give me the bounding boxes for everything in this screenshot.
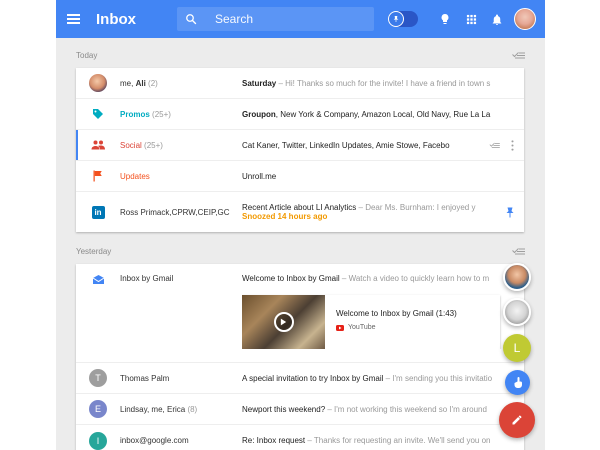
list-item[interactable]: E Lindsay, me, Erica (8) Newport this we… (76, 394, 524, 425)
avatar: I (89, 431, 107, 450)
snoozed-label: Snoozed 14 hours ago (242, 212, 328, 221)
list-item[interactable]: I inbox@google.com Re: Inbox request – T… (76, 425, 524, 450)
subject: Recent Article about LI Analytics (242, 203, 357, 212)
list-item[interactable]: me, Ali (2) Saturday – Hi! Thanks so muc… (76, 68, 524, 99)
sender-name: inbox@google.com (120, 436, 189, 445)
lightbulb-icon (441, 14, 449, 24)
snippet: – I'm not working this weekend so I'm ar… (325, 404, 487, 414)
video-attachment-card[interactable]: Welcome to Inbox by Gmail (1:43) YouTube (242, 295, 500, 349)
top-app-bar: Inbox Search (56, 0, 545, 38)
subject: A special invitation to try Inbox by Gma… (242, 373, 384, 383)
inbox-app: Inbox Search Today me, Ali (2) Saturday … (56, 0, 545, 450)
snippet: Unroll.me (242, 171, 277, 181)
tag-icon (76, 108, 120, 120)
reminder-bulb-button[interactable] (432, 0, 458, 38)
inbox-logo-icon (76, 274, 120, 285)
apps-grid-button[interactable] (458, 0, 484, 38)
people-icon (76, 140, 120, 150)
snippet: – Thanks for requesting an invite. We'll… (305, 436, 491, 445)
section-label: Yesterday (76, 246, 112, 256)
sender-name: me, (120, 78, 136, 88)
subject: Newport this weekend? (242, 404, 326, 414)
apps-grid-icon (466, 14, 476, 24)
subject: Welcome to Inbox by Gmail (242, 274, 340, 283)
subject: Re: Inbox request (242, 436, 306, 445)
pencil-icon (512, 415, 522, 425)
sweep-done-icon[interactable] (512, 50, 526, 60)
linkedin-icon: in (76, 205, 120, 219)
attachment-source: YouTube (348, 324, 376, 331)
app-title: Inbox (96, 10, 136, 28)
play-icon (273, 312, 294, 332)
contact-fab-2[interactable] (503, 298, 531, 326)
thread-count: (25+) (144, 140, 163, 150)
snippet: – Hi! Thanks so much for the invite! I h… (276, 78, 491, 88)
sender-bold: Ali (135, 78, 146, 88)
bundle-name: Updates (120, 171, 150, 181)
youtube-icon (336, 324, 344, 331)
avatar: T (89, 369, 107, 387)
snippet: – Dear Ms. Burnham: I enjoyed y (356, 203, 476, 212)
attachment-title: Welcome to Inbox by Gmail (1:43) (336, 309, 457, 318)
snippet: – I'm sending you this invitatio (383, 373, 493, 383)
flag-icon (76, 170, 120, 182)
avatar (89, 74, 107, 92)
sender-name: Ross Primack,CPRW,CEIP,GC (120, 207, 230, 217)
thread-count: (8) (187, 404, 198, 414)
list-item[interactable]: Inbox by Gmail Welcome to Inbox by Gmail… (76, 264, 524, 363)
pin-icon[interactable] (506, 207, 514, 218)
sweep-done-icon[interactable] (489, 141, 501, 149)
section-header-yesterday: Yesterday (76, 236, 526, 266)
bundle-name: Promos (120, 109, 150, 119)
sweep-done-icon[interactable] (512, 246, 526, 256)
contact-fab-3[interactable]: L (503, 334, 531, 362)
subject: Groupon (242, 109, 276, 119)
menu-button[interactable] (56, 0, 90, 38)
notifications-button[interactable] (484, 0, 510, 38)
sender-name: Inbox by Gmail (120, 274, 174, 283)
thread-count: (25+) (152, 109, 171, 119)
search-box[interactable]: Search (177, 7, 374, 31)
thread-count: (2) (148, 78, 158, 88)
yesterday-card: Inbox by Gmail Welcome to Inbox by Gmail… (76, 264, 524, 450)
bundle-social[interactable]: Social (25+) Cat Kaner, Twitter, LinkedI… (76, 130, 524, 161)
video-thumbnail (242, 295, 325, 349)
sender-name: Lindsay, me, Erica (120, 404, 188, 414)
bundle-updates[interactable]: Updates Unroll.me (76, 161, 524, 192)
subject: Saturday (242, 78, 277, 88)
bundle-promos[interactable]: Promos (25+) Groupon, New York & Company… (76, 99, 524, 130)
section-label: Today (76, 50, 98, 60)
more-vert-icon[interactable] (511, 139, 514, 151)
account-avatar[interactable] (514, 8, 536, 30)
reminder-fab[interactable] (505, 370, 530, 395)
list-item[interactable]: T Thomas Palm A special invitation to tr… (76, 363, 524, 394)
bundle-name: Social (120, 140, 142, 150)
contact-fab-1[interactable] (503, 263, 531, 291)
search-icon (177, 7, 205, 31)
pin-icon (388, 11, 404, 27)
list-item[interactable]: in Ross Primack,CPRW,CEIP,GC Recent Arti… (76, 192, 524, 232)
avatar: E (89, 400, 107, 418)
today-card: me, Ali (2) Saturday – Hi! Thanks so muc… (76, 68, 524, 232)
pinned-toggle[interactable] (388, 11, 418, 27)
snippet: – Watch a video to quickly learn how to … (339, 274, 490, 283)
hamburger-icon (66, 14, 80, 24)
snippet: Cat Kaner, Twitter, LinkedIn Updates, Am… (242, 140, 450, 150)
section-header-today: Today (76, 40, 526, 70)
compose-fab[interactable] (499, 402, 535, 438)
bell-icon (492, 14, 502, 25)
sender-name: Thomas Palm (120, 373, 170, 383)
snippet: , New York & Company, Amazon Local, Old … (275, 109, 491, 119)
search-placeholder: Search (215, 12, 254, 26)
reminder-hand-icon (514, 377, 522, 388)
